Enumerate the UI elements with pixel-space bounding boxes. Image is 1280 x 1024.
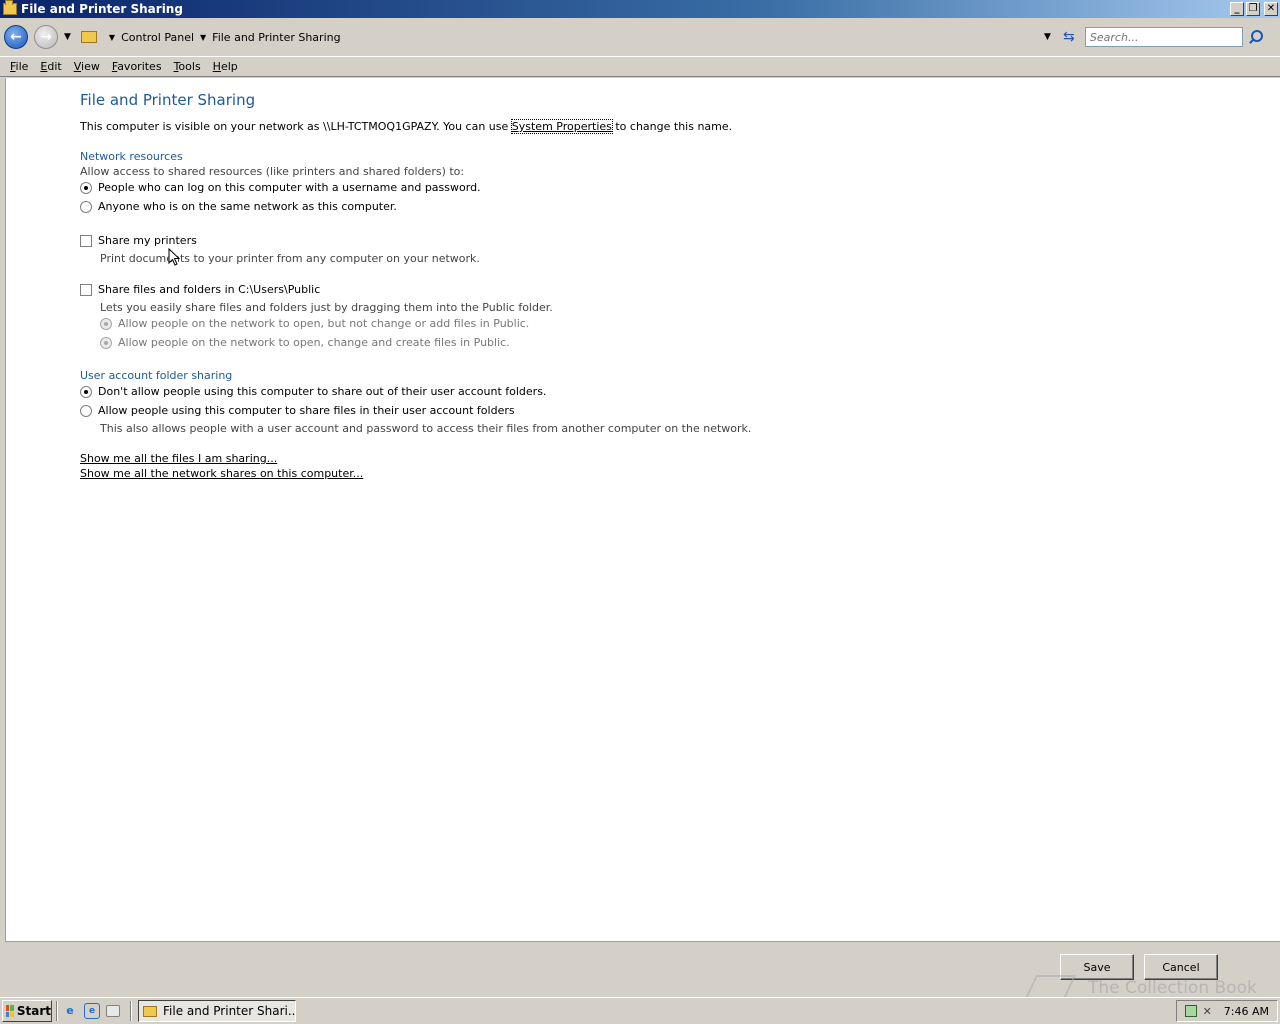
menu-edit[interactable]: Edit [34,60,67,73]
radio-button-selected[interactable] [80,181,92,194]
chevron-down-icon[interactable]: ▼ [200,33,206,42]
checkbox[interactable] [80,234,92,247]
radio-button-disabled [100,336,112,349]
taskbar: Start e e File and Printer Shari... ✕ 7:… [0,997,1280,1024]
refresh-icon[interactable]: ⇆ [1061,29,1077,45]
share-public-description: Lets you easily share files and folders … [100,301,553,314]
breadcrumb-control-panel[interactable]: Control Panel [121,31,194,44]
user-account-sharing-description: This also allows people with a user acco… [100,422,752,435]
system-tray: ✕ 7:46 AM [1176,1000,1278,1022]
share-printers-description: Print documents to your printer from any… [100,252,480,265]
taskbar-separator [56,1001,58,1021]
radio-button-disabled [100,317,112,330]
address-history-dropdown[interactable]: ▼ [1044,32,1051,42]
arrow-left-icon: ← [10,29,22,45]
radio-button[interactable] [80,200,92,213]
window-controls: _ ❐ ✕ [1230,2,1278,16]
dialog-button-bar: Save Cancel [5,941,1280,995]
chevron-down-icon[interactable]: ▼ [109,33,115,42]
content-pane: File and Printer Sharing This computer i… [5,78,1280,941]
show-files-sharing-link[interactable]: Show me all the files I am sharing... [80,452,277,465]
radio-public-full: Allow people on the network to open, cha… [100,336,510,349]
recent-pages-dropdown[interactable]: ▼ [64,32,71,42]
folder-icon [143,1005,157,1017]
menu-tools[interactable]: Tools [168,60,207,73]
cancel-button[interactable]: Cancel [1144,954,1218,980]
breadcrumb-file-printer-sharing[interactable]: File and Printer Sharing [212,31,340,44]
arrow-right-icon: → [40,29,52,45]
taskbar-window-button[interactable]: File and Printer Shari... [138,1000,296,1022]
folder-icon [3,0,17,15]
radio-button-selected[interactable] [80,385,92,398]
network-icon[interactable] [1184,1005,1197,1017]
menu-file[interactable]: File [4,60,34,73]
search-input[interactable] [1084,27,1243,47]
minimize-button[interactable]: _ [1230,2,1244,16]
system-properties-link[interactable]: System Properties [510,119,613,134]
close-button[interactable]: ✕ [1264,2,1278,16]
address-field[interactable]: ▼ Control Panel ▼ File and Printer Shari… [80,26,1061,48]
control-panel-icon [80,31,97,43]
save-button[interactable]: Save [1060,954,1134,980]
menu-help[interactable]: Help [207,60,244,73]
radio-login-users[interactable]: People who can log on this computer with… [80,181,481,194]
radio-public-readonly: Allow people on the network to open, but… [100,317,529,330]
network-disconnected-icon[interactable]: ✕ [1203,1005,1212,1018]
network-resources-prompt: Allow access to shared resources (like p… [80,165,465,178]
intro-text: This computer is visible on your network… [80,119,733,134]
forward-button[interactable]: → [34,25,58,49]
user-account-sharing-heading: User account folder sharing [80,369,233,382]
restore-button[interactable]: ❐ [1246,2,1260,16]
search-icon[interactable] [1247,28,1265,46]
clock[interactable]: 7:46 AM [1224,1005,1269,1018]
show-network-shares-link[interactable]: Show me all the network shares on this c… [80,467,363,480]
radio-allow-sharing[interactable]: Allow people using this computer to shar… [80,404,515,417]
start-button[interactable]: Start [2,1000,52,1022]
page-title: File and Printer Sharing [80,91,256,109]
menu-bar: File Edit View Favorites Tools Help [0,56,1280,77]
radio-button[interactable] [80,404,92,417]
radio-dont-allow-sharing[interactable]: Don't allow people using this computer t… [80,385,546,398]
address-toolbar: ← → ▼ ▼ Control Panel ▼ File and Printer… [0,18,1280,56]
internet-explorer-icon[interactable]: e [62,1003,78,1019]
menu-favorites[interactable]: Favorites [106,60,168,73]
windows-logo-icon [6,1005,14,1017]
back-button[interactable]: ← [4,25,28,49]
show-desktop-icon[interactable] [106,1005,120,1017]
taskbar-separator [130,1001,132,1021]
radio-anyone-on-network[interactable]: Anyone who is on the same network as thi… [80,200,397,213]
menu-view[interactable]: View [68,60,106,73]
share-public-checkbox[interactable]: Share files and folders in C:\Users\Publ… [80,283,320,296]
checkbox[interactable] [80,283,92,296]
share-printers-checkbox[interactable]: Share my printers [80,234,197,247]
network-resources-heading: Network resources [80,150,183,163]
browser-icon[interactable]: e [84,1003,100,1019]
window-title: File and Printer Sharing [21,2,183,16]
title-bar: File and Printer Sharing _ ❐ ✕ [0,0,1280,18]
